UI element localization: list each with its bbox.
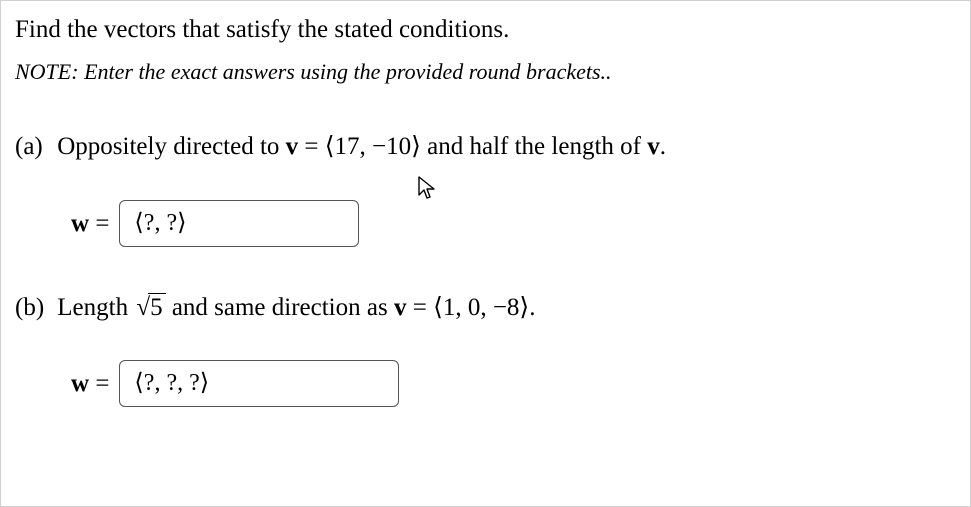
part-a-period: . [660, 133, 666, 160]
vector-w-symbol: w [71, 210, 89, 237]
part-a-answer-row: w = ⟨?, ?⟩ [71, 200, 956, 246]
sqrt-radicand: 5 [148, 293, 166, 321]
note-prefix: NOTE: [15, 59, 79, 84]
equals-sign: = [89, 210, 109, 237]
answer-b-lhs: w = [71, 367, 109, 401]
part-b-vector-value: ⟨1, 0, −8⟩ [433, 294, 529, 321]
vector-v-symbol: v [286, 133, 299, 160]
vector-v-symbol: v [394, 294, 407, 321]
cursor-icon [417, 175, 439, 201]
part-b: (b) Length √5 and same direction as v = … [15, 291, 956, 325]
part-a: (a) Oppositely directed to v = ⟨17, −10⟩… [15, 130, 956, 164]
question-card: Find the vectors that satisfy the stated… [0, 0, 971, 507]
sqrt-expression: √5 [134, 291, 165, 325]
part-b-label: (b) [15, 291, 51, 325]
equals-sign: = [298, 133, 325, 160]
answer-a-lhs: w = [71, 207, 109, 241]
note-body: Enter the exact answers using the provid… [79, 59, 612, 84]
equals-sign: = [406, 294, 433, 321]
vector-w-symbol: w [71, 370, 89, 397]
part-a-text-2: and half the length of [421, 133, 647, 160]
part-a-answer-input[interactable]: ⟨?, ?⟩ [119, 200, 359, 246]
part-b-text-1: Length [51, 294, 134, 321]
equals-sign: = [89, 370, 109, 397]
part-a-vector-value: ⟨17, −10⟩ [325, 133, 421, 160]
part-a-label: (a) [15, 130, 51, 164]
question-note: NOTE: Enter the exact answers using the … [15, 57, 956, 87]
question-prompt: Find the vectors that satisfy the stated… [15, 13, 956, 47]
part-b-answer-row: w = ⟨?, ?, ?⟩ [71, 360, 956, 406]
part-a-text-1: Oppositely directed to [51, 133, 286, 160]
vector-v-symbol-2: v [647, 133, 660, 160]
part-b-period: . [529, 294, 535, 321]
part-b-text-2: and same direction as [166, 294, 394, 321]
part-b-answer-input[interactable]: ⟨?, ?, ?⟩ [119, 360, 399, 406]
